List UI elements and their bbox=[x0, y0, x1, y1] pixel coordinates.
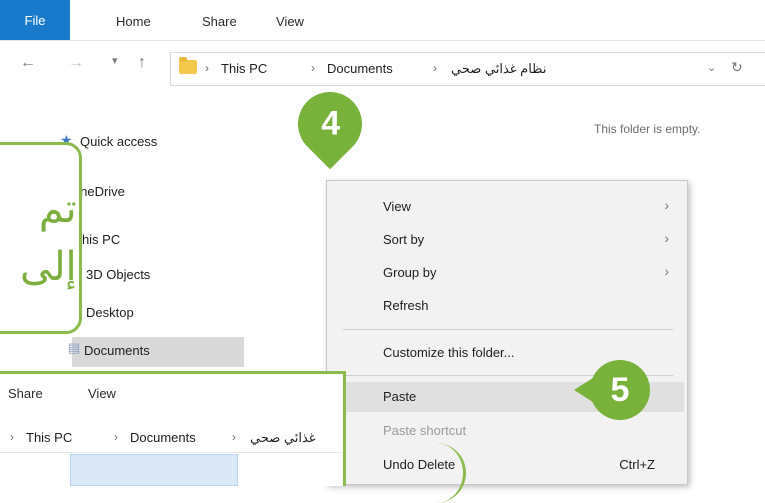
inset-selected-item[interactable] bbox=[70, 454, 238, 486]
inset-breadcrumb-current-folder[interactable]: غذائي صحي bbox=[250, 430, 316, 446]
sidebar-item-desktop[interactable]: Desktop bbox=[86, 305, 134, 320]
menu-item-view[interactable]: View bbox=[383, 199, 411, 214]
breadcrumb-documents[interactable]: Documents bbox=[327, 61, 393, 76]
inset-breadcrumb-this-pc[interactable]: This PC bbox=[26, 430, 72, 445]
menu-separator bbox=[343, 329, 673, 330]
tab-file[interactable]: File bbox=[0, 0, 70, 40]
sidebar-item-documents[interactable]: Documents bbox=[84, 343, 150, 358]
menu-item-customize-folder[interactable]: Customize this folder... bbox=[383, 345, 515, 360]
undo-shortcut-label: Ctrl+Z bbox=[619, 457, 655, 472]
forward-arrow-icon[interactable]: → bbox=[68, 54, 84, 72]
callout-line-2: إلى bbox=[20, 244, 77, 290]
refresh-icon[interactable]: ↻ bbox=[731, 59, 743, 76]
tab-view[interactable]: View bbox=[276, 14, 304, 29]
inset-explorer-window: Share View › This PC › Documents › غذائي… bbox=[0, 371, 346, 486]
menu-item-paste[interactable]: Paste bbox=[383, 389, 416, 404]
documents-icon: ▤ bbox=[68, 340, 81, 355]
address-dropdown-icon[interactable]: ⌄ bbox=[707, 61, 716, 74]
inset-breadcrumb-documents[interactable]: Documents bbox=[130, 430, 196, 445]
tab-home[interactable]: Home bbox=[116, 14, 151, 29]
recent-locations-icon[interactable]: ▾ bbox=[112, 54, 118, 67]
menu-item-paste-shortcut: Paste shortcut bbox=[383, 423, 467, 438]
breadcrumb-this-pc[interactable]: This PC bbox=[221, 61, 267, 76]
step-badge-4-number: 4 bbox=[320, 104, 340, 143]
back-arrow-icon[interactable]: ← bbox=[20, 54, 36, 72]
ribbon: File Home Share View bbox=[0, 0, 765, 41]
chevron-right-icon: › bbox=[433, 61, 437, 75]
callout-line-1: تم bbox=[38, 186, 77, 232]
chevron-right-icon: › bbox=[232, 430, 236, 444]
context-menu: View › Sort by › Group by › Refresh Cust… bbox=[326, 180, 688, 485]
instruction-callout-text: تم إلى bbox=[20, 180, 77, 296]
breadcrumb-current-folder[interactable]: نظام غذائي صحي bbox=[451, 61, 546, 77]
empty-folder-message: This folder is empty. bbox=[594, 122, 701, 136]
menu-item-group-by[interactable]: Group by bbox=[383, 265, 436, 280]
step-badge-5: 5 bbox=[574, 360, 658, 420]
tab-share[interactable]: Share bbox=[202, 14, 237, 29]
chevron-right-icon: › bbox=[10, 430, 14, 444]
chevron-right-icon: › bbox=[114, 430, 118, 444]
sidebar-item-3d-objects[interactable]: 3D Objects bbox=[86, 267, 150, 282]
up-arrow-icon[interactable]: ↑ bbox=[138, 54, 146, 72]
submenu-arrow-icon: › bbox=[664, 197, 669, 213]
folder-icon bbox=[179, 57, 197, 74]
submenu-arrow-icon: › bbox=[664, 230, 669, 246]
chevron-right-icon: › bbox=[311, 61, 315, 75]
menu-item-refresh[interactable]: Refresh bbox=[383, 298, 429, 313]
menu-item-sort-by[interactable]: Sort by bbox=[383, 232, 424, 247]
inset-tab-view[interactable]: View bbox=[88, 386, 116, 401]
navigation-bar: ← → ▾ ↑ › This PC › Documents › نظام غذا… bbox=[0, 44, 765, 94]
inset-address-bar[interactable]: › This PC › Documents › غذائي صحي bbox=[0, 422, 343, 453]
sidebar-item-quick-access[interactable]: Quick access bbox=[80, 134, 157, 149]
inset-tab-share[interactable]: Share bbox=[8, 386, 43, 401]
submenu-arrow-icon: › bbox=[664, 263, 669, 279]
step-badge-5-number: 5 bbox=[590, 360, 650, 420]
chevron-right-icon: › bbox=[205, 61, 209, 75]
address-bar[interactable]: › This PC › Documents › نظام غذائي صحي ⌄… bbox=[170, 52, 765, 86]
